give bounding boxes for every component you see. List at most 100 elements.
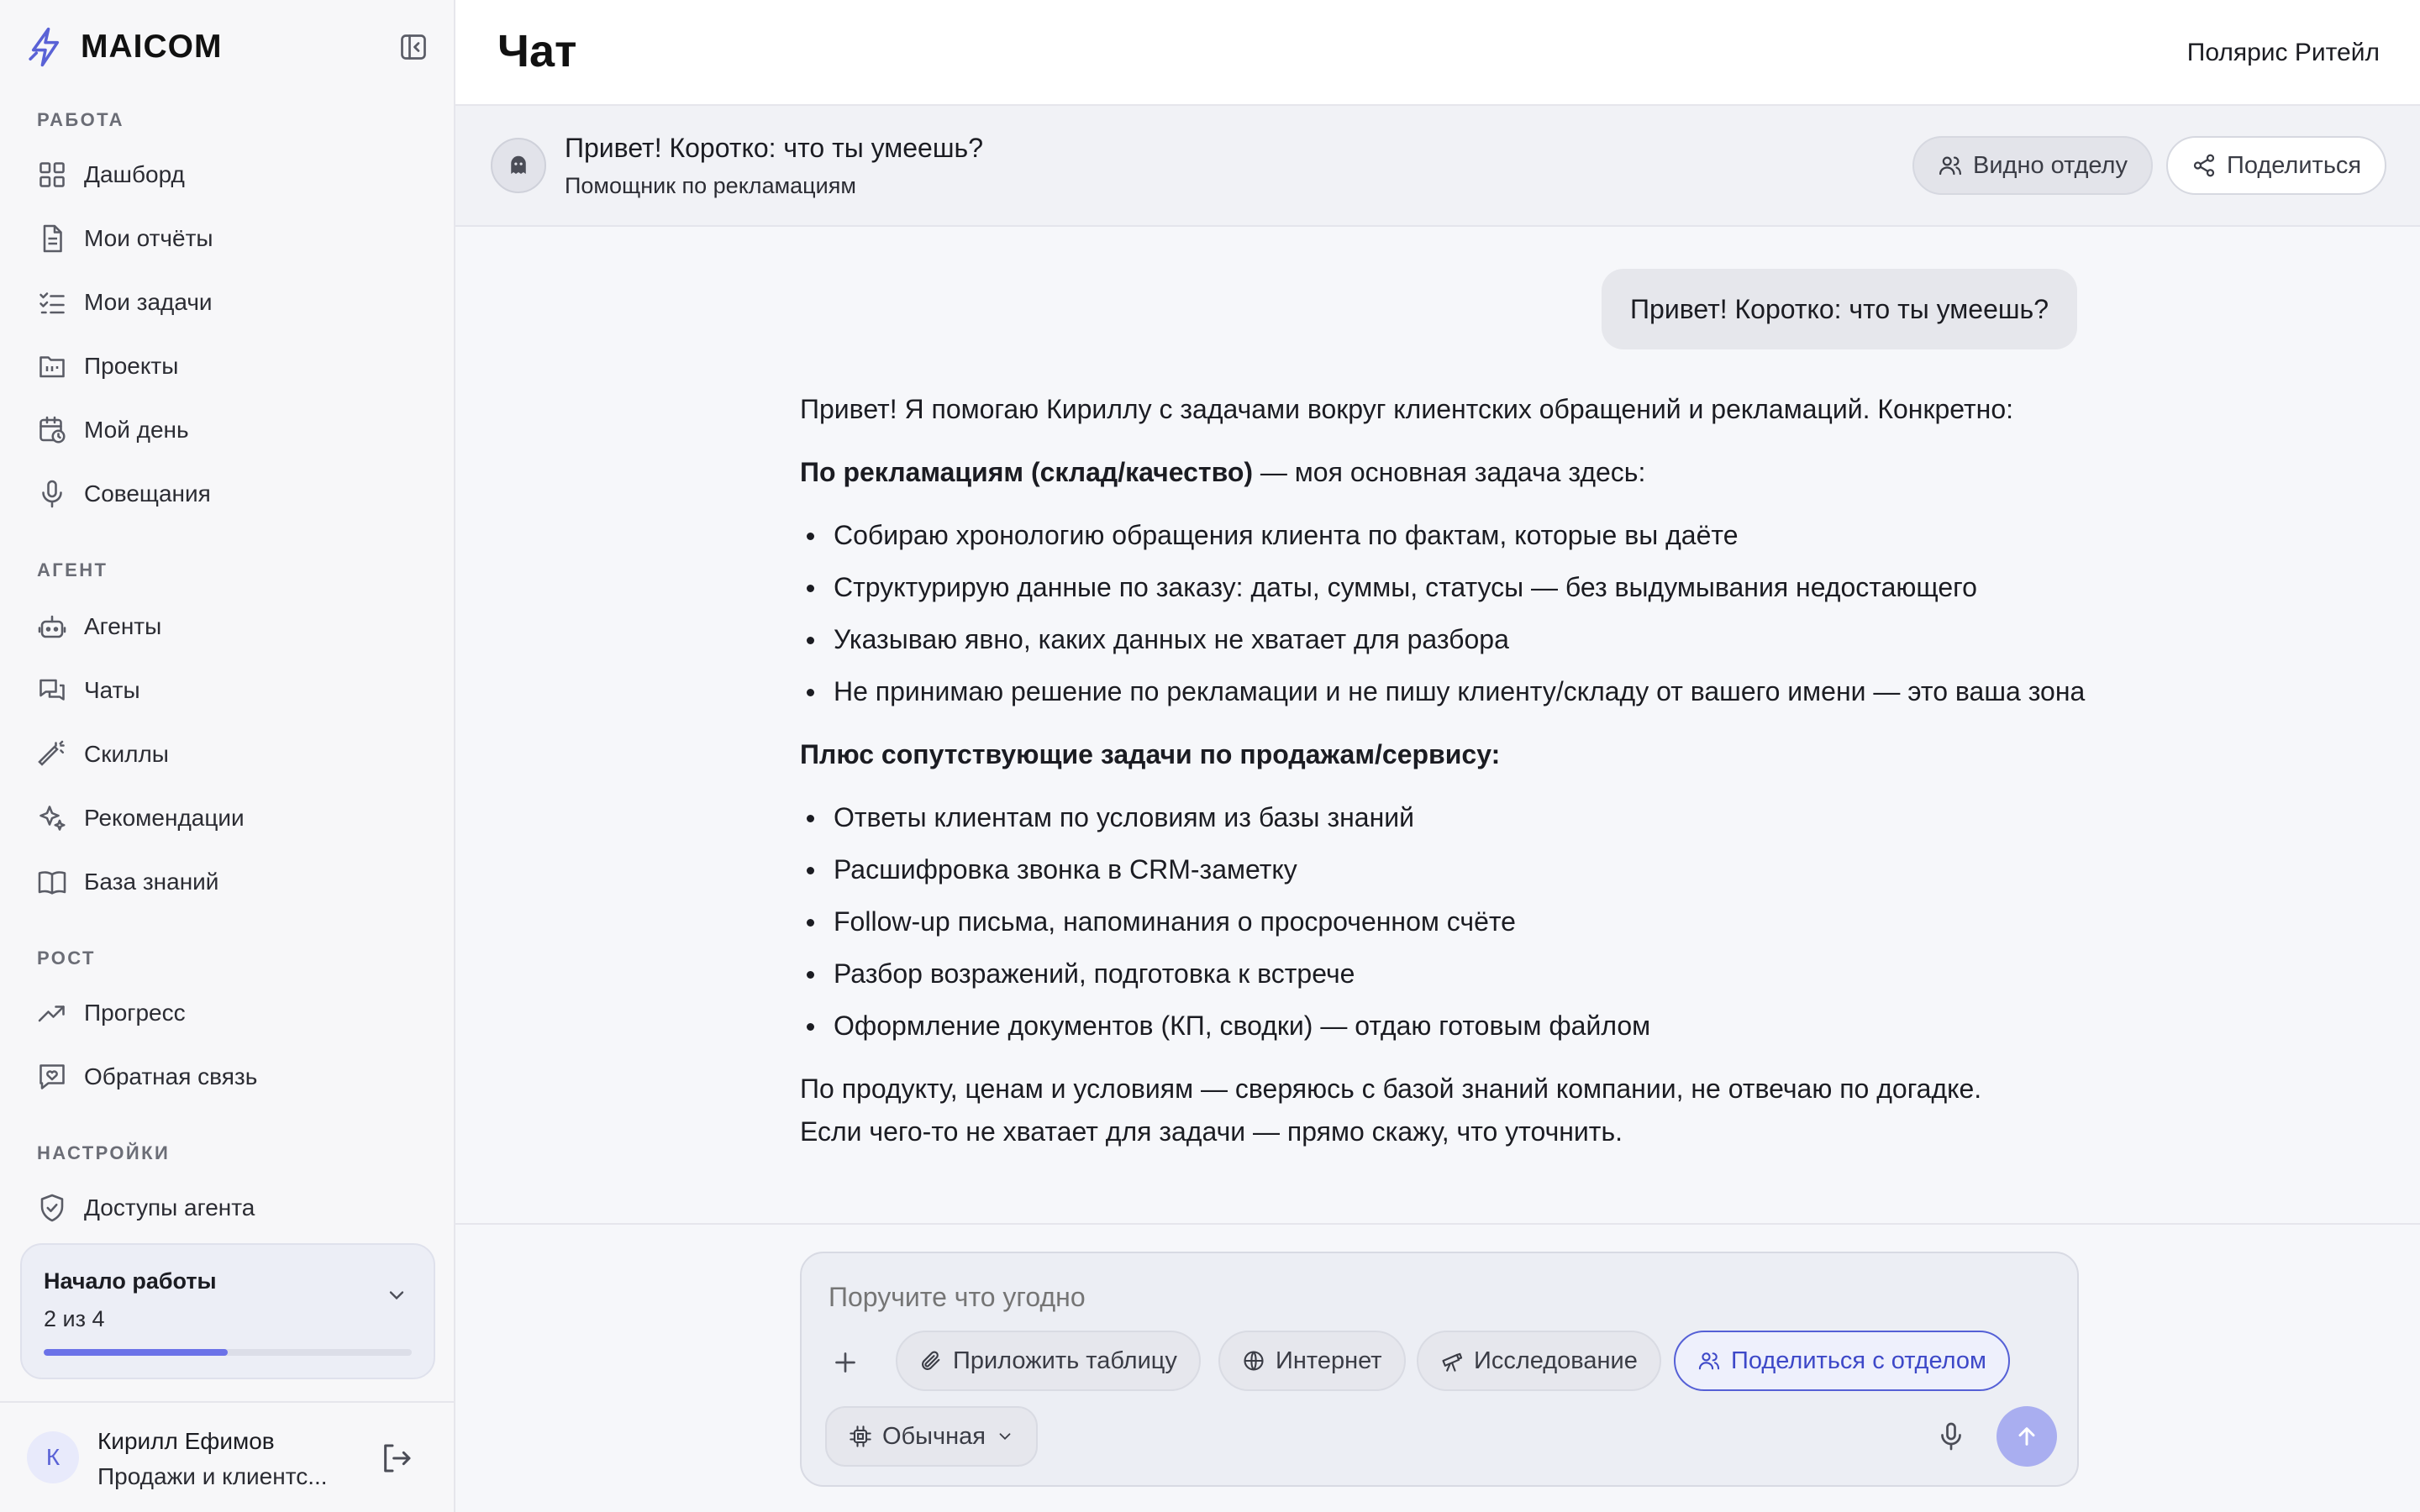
feedback-heart-icon [39, 1064, 65, 1089]
list-item: Указываю явно, каких данных не хватает д… [800, 618, 2086, 661]
send-button[interactable] [1996, 1406, 2057, 1467]
sidebar-item-progress[interactable]: Прогресс [20, 986, 435, 1040]
sidebar-item-projects[interactable]: Проекты [20, 339, 435, 393]
list-item: Оформление документов (КП, сводки) — отд… [800, 1005, 2086, 1047]
sidebar-item-reports[interactable]: Мои отчёты [20, 212, 435, 265]
composer: Приложить таблицу Интернет Исследование … [800, 1252, 2079, 1487]
folder-icon [39, 356, 65, 378]
onboarding-progress-text: 2 из 4 [44, 1306, 105, 1331]
attach-table-button[interactable]: Приложить таблицу [896, 1331, 1201, 1391]
sidebar-item-label: Доступы агента [84, 1194, 255, 1221]
checklist-icon [39, 292, 65, 314]
microphone-icon [42, 480, 62, 508]
sidebar-item-meetings[interactable]: Совещания [20, 467, 435, 521]
section-1-list: Собираю хронологию обращения клиента по … [800, 514, 2086, 713]
visibility-button[interactable]: Видно отделу [1912, 136, 2153, 195]
brand[interactable]: MAICOM [27, 25, 222, 69]
share-with-department-button[interactable]: Поделиться с отделом [1674, 1331, 2010, 1391]
sidebar-item-dashboard[interactable]: Дашборд [20, 148, 435, 202]
share-button[interactable]: Поделиться [2166, 136, 2387, 195]
logout-icon[interactable] [380, 1441, 413, 1475]
attach-table-label: Приложить таблицу [953, 1347, 1177, 1374]
user-role: Продажи и клиентс... [97, 1463, 328, 1489]
brand-name: MAICOM [81, 29, 223, 65]
sidebar-item-label: Агенты [84, 613, 162, 639]
sidebar-item-label: Совещания [84, 480, 211, 507]
message-input[interactable] [829, 1282, 2005, 1313]
sidebar-item-chats[interactable]: Чаты [20, 664, 435, 717]
shield-check-icon [40, 1194, 64, 1222]
section-1-heading: По рекламациям (склад/качество) [800, 457, 1254, 487]
users-icon [1698, 1352, 1720, 1370]
organization-switcher[interactable]: Полярис Ритейл [2187, 39, 2380, 67]
magic-wand-icon [38, 740, 65, 766]
plus-icon[interactable] [830, 1347, 860, 1378]
sidebar-item-feedback[interactable]: Обратная связь [20, 1050, 435, 1104]
research-button[interactable]: Исследование [1417, 1331, 1661, 1391]
mode-label: Обычная [882, 1422, 986, 1450]
top-bar: Чат Полярис Ритейл [455, 0, 2420, 106]
sidebar-item-my-day[interactable]: Мой день [20, 403, 435, 457]
sidebar-item-label: Скиллы [84, 741, 169, 767]
section-agent-title: АГЕНТ [37, 559, 108, 580]
list-item: Не принимаю решение по рекламации и не п… [800, 670, 2086, 713]
page-title: Чат [497, 26, 577, 76]
list-item: Собираю хронологию обращения клиента по … [800, 514, 2086, 557]
list-item: Follow-up письма, напоминания о просроче… [800, 900, 2086, 943]
lightning-logo-icon [29, 27, 60, 67]
sidebar-item-agent-access[interactable]: Доступы агента [20, 1181, 435, 1235]
sidebar-item-label: Рекомендации [84, 805, 245, 831]
composer-area: Приложить таблицу Интернет Исследование … [455, 1223, 2420, 1512]
sidebar-item-label: Прогресс [84, 1000, 186, 1026]
section-2-heading: Плюс сопутствующие задачи по продажам/се… [800, 739, 1501, 769]
book-icon [38, 871, 66, 895]
sidebar-item-recommendations[interactable]: Рекомендации [20, 791, 435, 845]
mode-select[interactable]: Обычная [825, 1406, 1038, 1467]
chip-icon [850, 1425, 871, 1447]
section-growth-title: РОСТ [37, 948, 96, 969]
robot-icon [38, 615, 66, 638]
visibility-label: Видно отделу [1973, 151, 2128, 179]
globe-icon [1244, 1351, 1264, 1371]
sidebar-item-label: База знаний [84, 869, 219, 895]
chat-bubbles-icon [39, 679, 65, 701]
onboarding-progress-bar [44, 1349, 412, 1356]
conversation[interactable]: Привет! Коротко: что ты умеешь? Привет! … [455, 227, 2420, 1223]
share-icon [2193, 154, 2215, 177]
onboarding-progress-fill [44, 1349, 228, 1356]
grid-icon [39, 162, 65, 187]
avatar[interactable]: К [27, 1431, 79, 1483]
ghost-bot-icon [511, 155, 526, 174]
sidebar-item-label: Проекты [84, 353, 179, 379]
agent-name: Помощник по рекламациям [565, 173, 856, 198]
sidebar-item-label: Мои задачи [84, 289, 213, 315]
paperclip-icon [922, 1351, 940, 1370]
answer-intro: Привет! Я помогаю Кириллу с задачами вок… [800, 394, 2014, 424]
section-settings-title: НАСТРОЙКИ [37, 1142, 171, 1163]
sidebar-item-label: Чаты [84, 677, 140, 703]
onboarding-card[interactable]: Начало работы 2 из 4 [20, 1243, 435, 1379]
microphone-icon[interactable] [1936, 1421, 1966, 1452]
user-message: Привет! Коротко: что ты умеешь? [1602, 269, 2077, 349]
chevron-down-icon [999, 1433, 1011, 1441]
sidebar-item-knowledge-base[interactable]: База знаний [20, 855, 435, 909]
section-1-rest: — моя основная задача здесь: [1253, 457, 1646, 487]
sidebar-item-agents[interactable]: Агенты [20, 600, 435, 654]
main-area: Чат Полярис Ритейл Привет! Коротко: что … [455, 0, 2420, 1512]
section-work-title: РАБОТА [37, 109, 124, 130]
chevron-down-icon [389, 1291, 404, 1300]
sidebar-item-tasks[interactable]: Мои задачи [20, 276, 435, 329]
share-label: Поделиться [2227, 151, 2362, 179]
collapse-sidebar-icon[interactable] [397, 32, 430, 62]
sidebar-item-label: Дашборд [84, 161, 185, 187]
document-icon [43, 224, 62, 253]
sidebar-item-skills[interactable]: Скиллы [20, 727, 435, 781]
internet-label: Интернет [1276, 1347, 1382, 1374]
arrow-up-icon [2018, 1427, 2035, 1446]
sparkles-icon [39, 806, 66, 831]
list-item: Расшифровка звонка в CRM-заметку [800, 848, 2086, 891]
internet-button[interactable]: Интернет [1218, 1331, 1406, 1391]
user-panel: К Кирилл Ефимов Продажи и клиентс... [0, 1401, 454, 1512]
agent-avatar [491, 138, 546, 193]
section-2-list: Ответы клиентам по условиям из базы знан… [800, 796, 2086, 1047]
